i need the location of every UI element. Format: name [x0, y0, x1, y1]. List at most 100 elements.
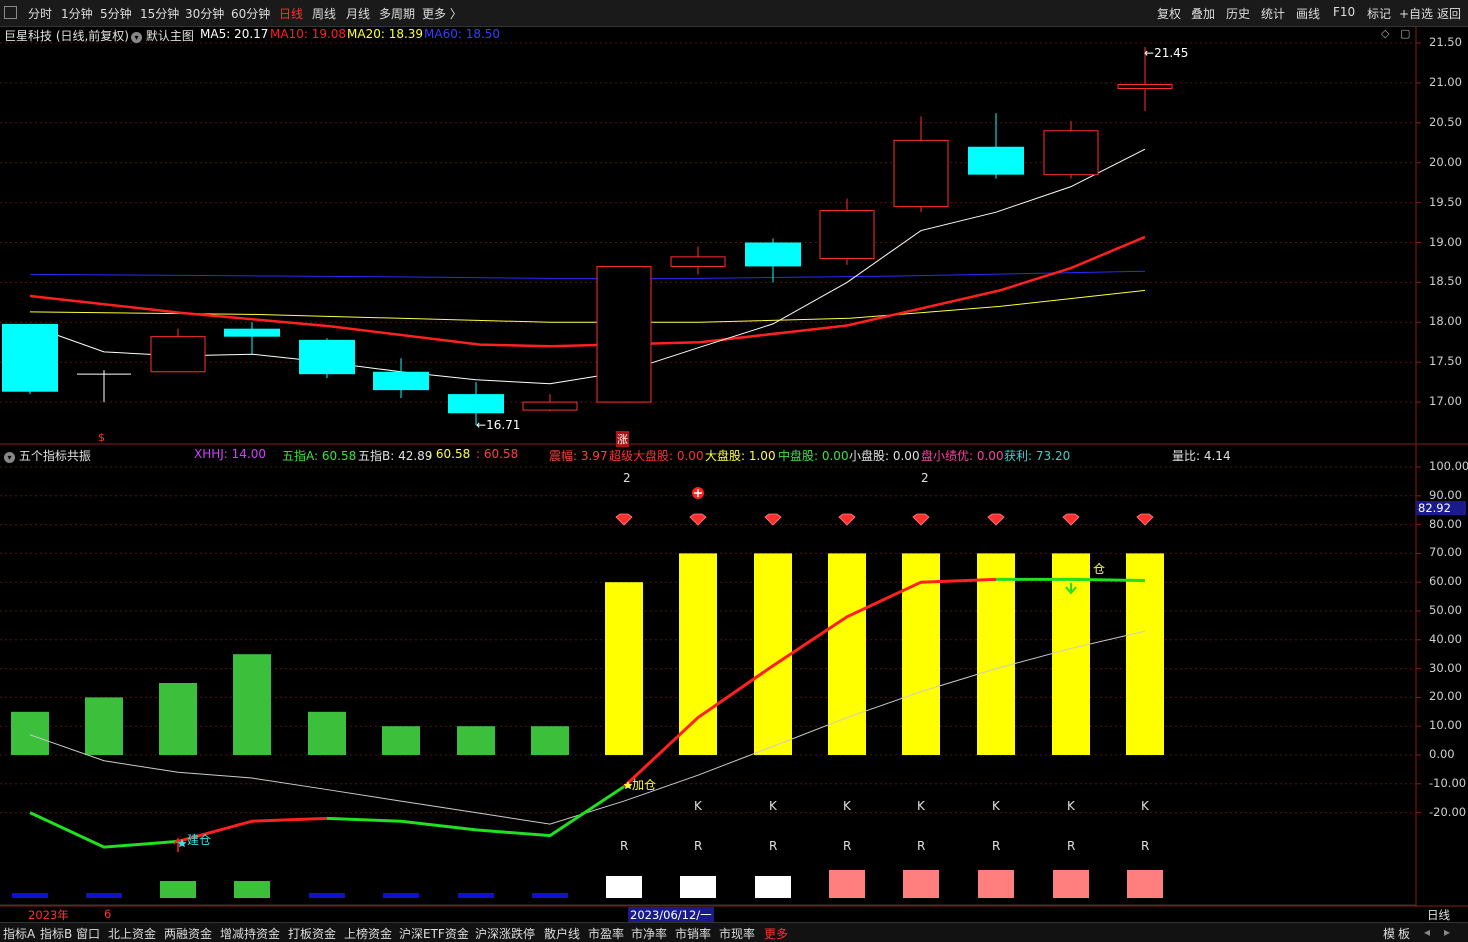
fuquan-button[interactable]: 复权 — [1157, 5, 1181, 22]
candle-body — [299, 339, 355, 375]
board-button[interactable]: 板 — [1398, 925, 1410, 942]
signal-block — [458, 893, 494, 898]
mark-button[interactable]: 标记 — [1367, 5, 1391, 22]
signal-block — [1053, 870, 1089, 898]
overlay-button[interactable]: 叠加 — [1191, 5, 1215, 22]
axis-tick-label: 20.00 — [1429, 689, 1462, 704]
axis-tick-label: 19.50 — [1429, 194, 1462, 209]
signal-block — [86, 893, 122, 898]
next-icon[interactable]: ▸ — [1444, 925, 1450, 939]
candle-body — [745, 242, 801, 267]
ma60-value: MA60: 18.50 — [424, 27, 501, 41]
template-button[interactable]: 模 — [1383, 925, 1395, 942]
tab-northbound[interactable]: 北上资金 — [108, 925, 156, 942]
yellow-bar — [679, 553, 717, 755]
axis-tick-label: 0.00 — [1429, 747, 1455, 761]
tab-ps[interactable]: 市销率 — [675, 925, 711, 942]
candle-body — [150, 336, 206, 373]
tab-holdings-change[interactable]: 增减持资金 — [220, 925, 280, 942]
tab-pb[interactable]: 市净率 — [631, 925, 667, 942]
tab-window[interactable]: 窗口 — [76, 925, 100, 942]
wb3-value: : 60.58 — [476, 447, 519, 461]
wb2-value: : 60.58 — [428, 447, 471, 461]
axis-tick-label: -20.00 — [1429, 804, 1467, 819]
period-tab[interactable]: 5分钟 — [100, 5, 132, 22]
k-label: K — [1067, 799, 1075, 813]
tab-more[interactable]: 更多 — [764, 925, 788, 942]
green-bar — [11, 711, 49, 755]
tab-limit-stats[interactable]: 沪深涨跌停 — [475, 925, 535, 942]
green-bar — [531, 726, 569, 755]
window-toggle-icon[interactable]: ▢ — [1400, 27, 1410, 40]
tab-pcf[interactable]: 市现率 — [719, 925, 755, 942]
green-bar — [308, 711, 346, 755]
candle-body — [670, 256, 726, 267]
k-label: K — [843, 799, 851, 813]
period-tab[interactable]: 60分钟 — [231, 5, 270, 22]
period-tab-active[interactable]: 日线 — [279, 5, 303, 22]
tab-indicator-b[interactable]: 指标B — [40, 925, 72, 942]
ma5-value: MA5: 20.17 — [200, 27, 269, 41]
date-axis: 2023年 6 2023/06/12/一 日线 — [0, 907, 1450, 923]
r-label: R — [769, 839, 778, 853]
period-label: 日线 — [1427, 908, 1450, 922]
candle-body — [893, 139, 949, 208]
huoli-value: 获利: 73.20 — [1004, 449, 1071, 463]
indicator-selector[interactable]: ▾ 五个指标共振 — [4, 447, 91, 464]
more-periods-button[interactable]: 更多 〉 — [422, 5, 462, 22]
signal-block — [829, 870, 865, 898]
period-tab[interactable]: 15分钟 — [140, 5, 179, 22]
candle-body — [373, 371, 429, 391]
candle-body — [448, 394, 504, 414]
tab-margin[interactable]: 两融资金 — [164, 925, 212, 942]
history-button[interactable]: 历史 — [1226, 5, 1250, 22]
add-watchlist-button[interactable]: +自选 — [1399, 5, 1433, 22]
signal-block — [903, 870, 939, 898]
r-label: R — [694, 839, 703, 853]
period-tab[interactable]: 1分钟 — [61, 5, 93, 22]
r-label: R — [843, 839, 852, 853]
axis-tick-label: 21.00 — [1429, 74, 1462, 89]
stats-button[interactable]: 统计 — [1261, 5, 1285, 22]
back-button[interactable]: 返回 — [1437, 5, 1461, 22]
prev-icon[interactable]: ◂ — [1424, 925, 1430, 939]
tab-retail-line[interactable]: 散户线 — [544, 925, 580, 942]
axis-tick-label: -10.00 — [1429, 775, 1467, 790]
tab-limit-up-funds[interactable]: 打板资金 — [288, 925, 336, 942]
template-selector[interactable]: ▾ 默认主图 — [131, 27, 194, 44]
gem-icon — [615, 513, 633, 526]
current-value-badge: 82.92 — [1416, 501, 1466, 515]
chart-canvas[interactable] — [0, 26, 1468, 907]
cursor-date-label: 2023/06/12/一 — [628, 907, 714, 923]
k-label: K — [769, 799, 777, 813]
period-tab[interactable]: 周线 — [312, 5, 336, 22]
month-label: 6 — [104, 907, 112, 921]
chevron-down-icon: ▾ — [4, 452, 15, 463]
tab-etf-funds[interactable]: 沪深ETF资金 — [399, 925, 469, 942]
diamond-icon[interactable]: ◇ — [1381, 27, 1389, 40]
period-tab[interactable]: 多周期 — [379, 5, 415, 22]
year-label: 2023年 — [28, 908, 69, 922]
ma20-value: MA20: 18.39 — [347, 27, 424, 41]
signal-block — [160, 881, 196, 898]
f10-button[interactable]: F10 — [1333, 5, 1355, 19]
period-tab[interactable]: 30分钟 — [185, 5, 224, 22]
tab-pe[interactable]: 市盈率 — [588, 925, 624, 942]
tab-dragon-tiger[interactable]: 上榜资金 — [344, 925, 392, 942]
green-bar — [85, 697, 123, 755]
yellow-bar — [605, 582, 643, 755]
yellow-bar — [754, 553, 792, 755]
draw-button[interactable]: 画线 — [1296, 5, 1320, 22]
axis-tick-label: 20.00 — [1429, 154, 1462, 169]
gem-icon — [838, 513, 856, 526]
window-icon[interactable] — [4, 6, 17, 19]
high-price-value: 21.45 — [1154, 46, 1189, 60]
yellow-bar — [828, 553, 866, 755]
candle-body — [596, 265, 652, 403]
period-tab[interactable]: 月线 — [346, 5, 370, 22]
candle-body — [522, 401, 578, 411]
period-tab[interactable]: 分时 — [28, 5, 52, 22]
tab-indicator-a[interactable]: 指标A — [3, 925, 35, 942]
r-label: R — [620, 839, 629, 853]
gem-icon — [912, 513, 930, 526]
